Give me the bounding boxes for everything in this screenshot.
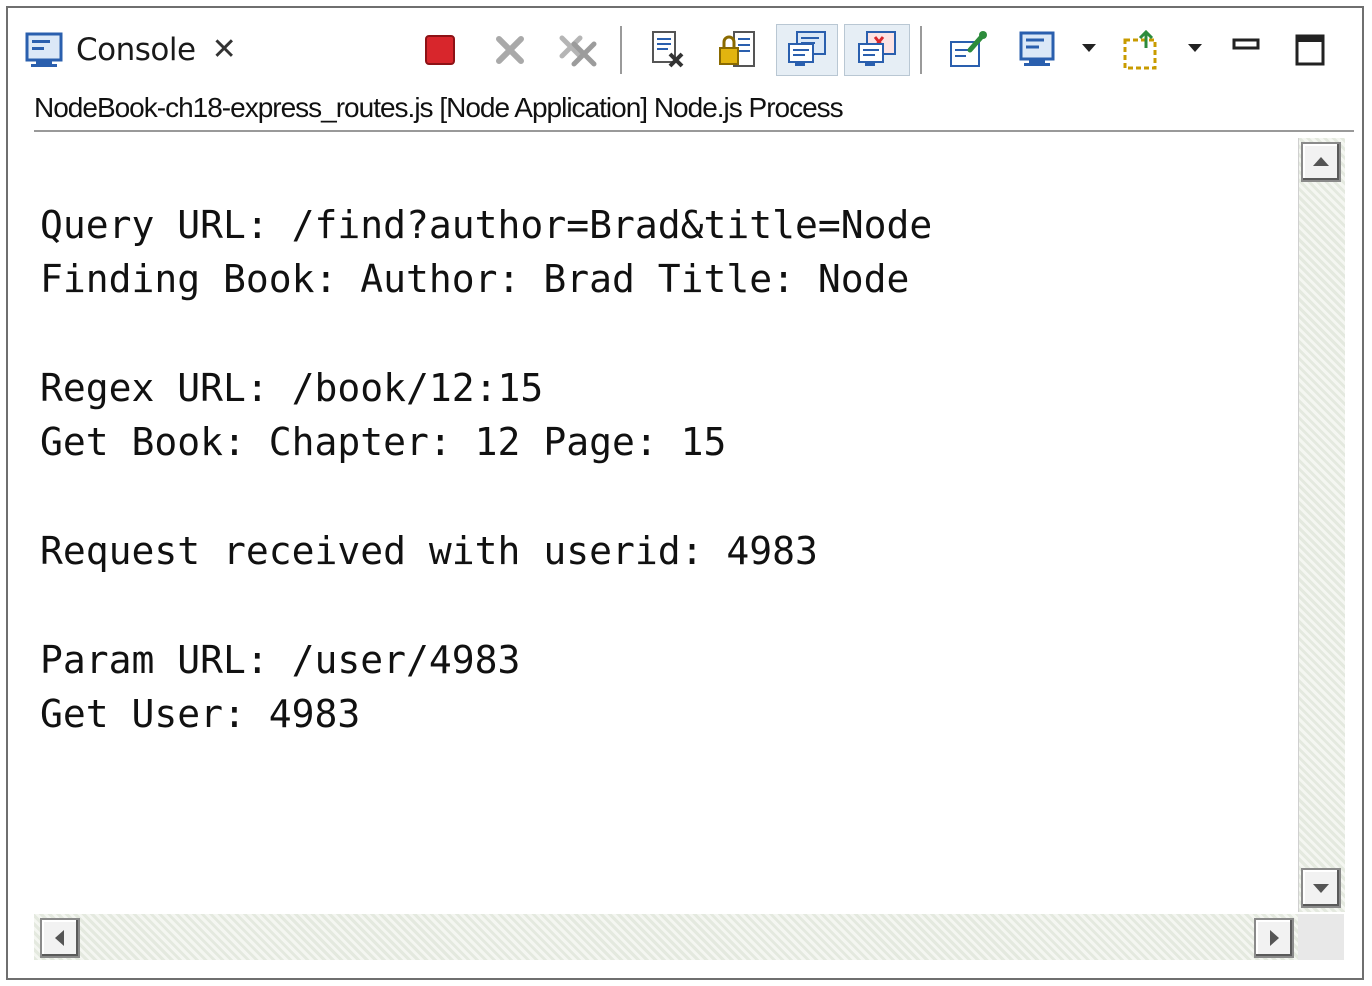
clear-console-button[interactable]	[644, 24, 692, 76]
show-on-stdout-icon	[788, 31, 826, 66]
output-line-query-url: Query URL: /find?author=Brad&title=Node	[40, 203, 933, 247]
scroll-right-icon	[1270, 930, 1279, 946]
output-line-finding-book: Finding Book: Author: Brad Title: Node	[40, 257, 910, 301]
display-console-dropdown-icon[interactable]	[1082, 44, 1096, 52]
console-view: Console ✕ NodeBook-ch18-express_routes.j…	[6, 6, 1364, 980]
scroll-up-button[interactable]	[1301, 142, 1341, 182]
process-description: NodeBook-ch18-express_routes.js [Node Ap…	[34, 92, 1354, 132]
scroll-up-icon	[1313, 157, 1329, 166]
console-tab[interactable]: Console ✕	[24, 18, 286, 82]
scroll-down-icon	[1313, 884, 1329, 893]
minimize-button[interactable]	[1222, 24, 1270, 76]
output-line-get-book: Get Book: Chapter: 12 Page: 15	[40, 420, 727, 464]
pin-console-icon	[950, 31, 987, 67]
show-on-stderr-icon	[858, 31, 896, 66]
output-line-regex-url: Regex URL: /book/12:15	[40, 366, 544, 410]
console-output[interactable]: Query URL: /find?author=Brad&title=Node …	[40, 198, 932, 741]
horizontal-scrollbar[interactable]	[34, 914, 1298, 960]
open-console-button[interactable]	[1118, 24, 1166, 76]
toolbar-separator	[920, 26, 922, 74]
scroll-lock-icon	[719, 31, 755, 67]
show-on-stdout-button[interactable]	[776, 24, 838, 76]
output-line-get-user: Get User: 4983	[40, 692, 361, 736]
toolbar-separator	[620, 26, 622, 74]
terminate-button[interactable]	[416, 24, 464, 76]
scroll-down-button[interactable]	[1301, 868, 1341, 908]
open-console-dropdown-icon[interactable]	[1188, 44, 1202, 52]
scrollbar-corner	[1298, 914, 1344, 960]
maximize-button[interactable]	[1286, 24, 1334, 76]
remove-all-terminated-icon	[559, 35, 597, 67]
scroll-lock-button[interactable]	[714, 24, 762, 76]
output-line-request-received: Request received with userid: 4983	[40, 529, 818, 573]
pin-console-button[interactable]	[944, 24, 992, 76]
remove-launch-button[interactable]	[486, 24, 534, 76]
show-on-stderr-button[interactable]	[844, 24, 910, 76]
output-line-param-url: Param URL: /user/4983	[40, 638, 521, 682]
vertical-scrollbar[interactable]	[1298, 138, 1345, 912]
console-tab-label: Console	[76, 32, 196, 68]
scroll-right-button[interactable]	[1254, 918, 1294, 958]
close-icon[interactable]: ✕	[212, 35, 237, 65]
maximize-icon	[1295, 34, 1325, 66]
minimize-icon	[1232, 38, 1260, 50]
open-console-icon	[1123, 29, 1157, 70]
remove-all-terminated-button[interactable]	[554, 24, 602, 76]
scroll-left-button[interactable]	[40, 918, 80, 958]
scroll-left-icon	[55, 930, 64, 946]
clear-console-icon	[652, 31, 684, 68]
console-toolbar: Console ✕	[8, 8, 1362, 88]
display-console-button[interactable]	[1014, 24, 1062, 76]
terminate-icon	[425, 35, 455, 65]
remove-launch-icon	[496, 36, 524, 64]
display-console-icon	[1019, 31, 1055, 66]
console-icon	[25, 32, 63, 67]
